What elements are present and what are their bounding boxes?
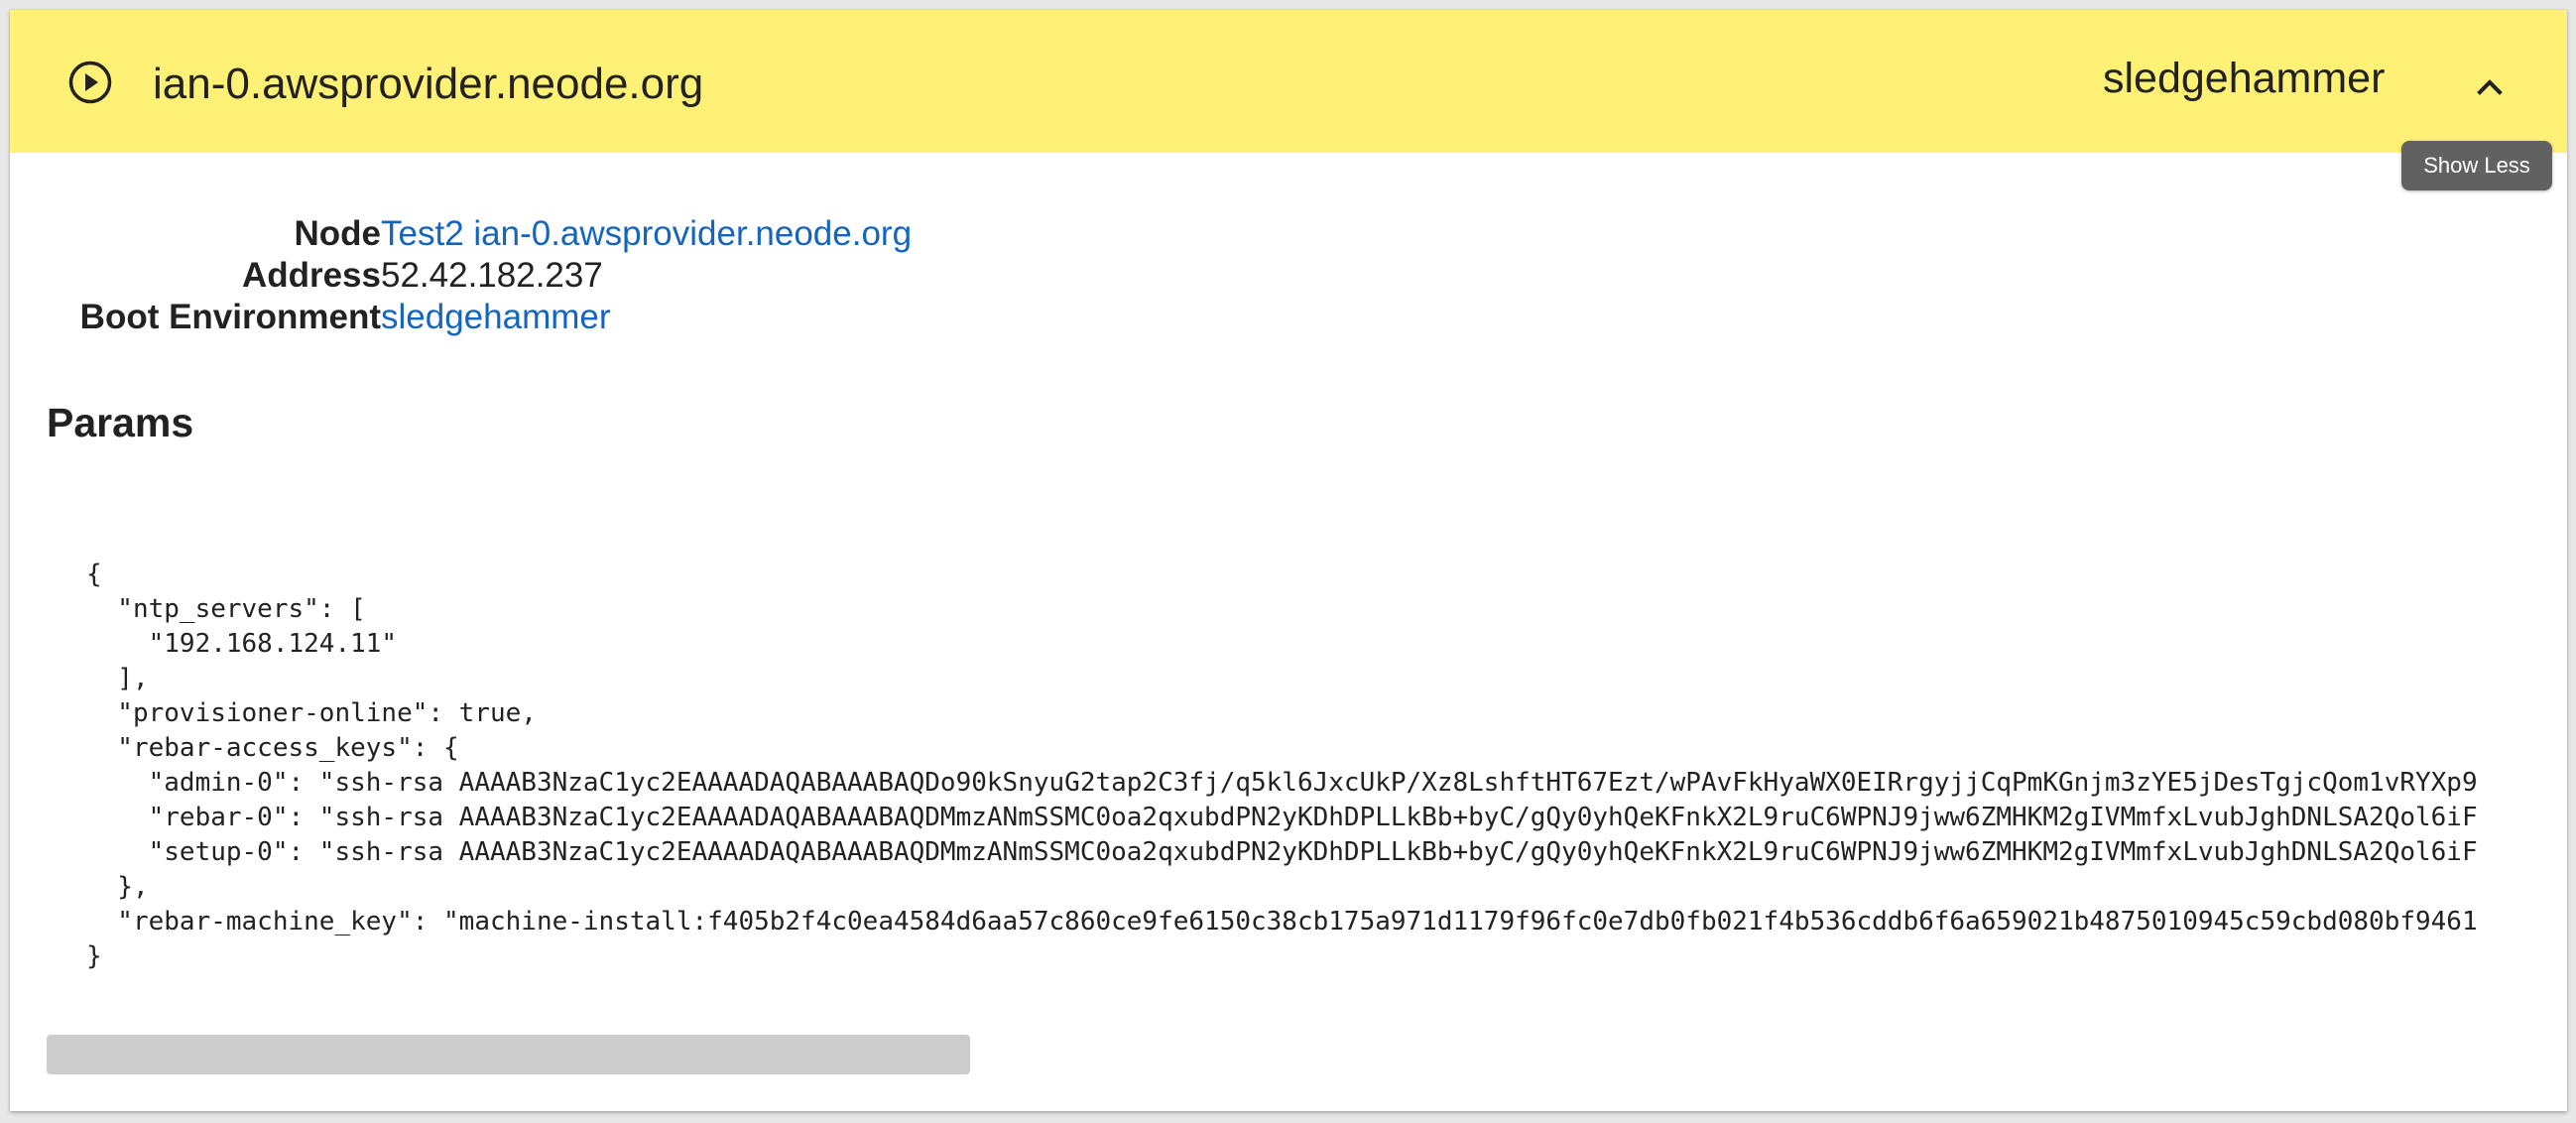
play-circle-icon[interactable] — [67, 60, 113, 105]
boot-environment-link[interactable]: sledgehammer — [381, 297, 611, 338]
params-json-viewer[interactable]: { "ntp_servers": [ "192.168.124.11" ], "… — [47, 558, 2543, 994]
params-title: Params — [47, 400, 194, 445]
show-less-tooltip: Show Less — [2401, 141, 2552, 190]
boot-environment-label: Boot Environment — [79, 298, 381, 336]
detail-row-address: Address 52.42.182.237 — [10, 255, 912, 297]
horizontal-scrollbar[interactable] — [47, 1032, 2543, 1077]
address-label: Address — [241, 256, 381, 295]
node-label: Node — [294, 214, 382, 253]
chevron-up-icon[interactable] — [2472, 67, 2508, 103]
detail-row-node: Node Test2 ian-0.awsprovider.neode.org — [10, 213, 913, 255]
machine-details: Node Test2 ian-0.awsprovider.neode.org A… — [10, 213, 912, 338]
scrollbar-thumb[interactable] — [47, 1035, 971, 1074]
header-boot-environment: sledgehammer — [2103, 55, 2386, 102]
machine-header[interactable]: ian-0.awsprovider.neode.org sledgehammer — [10, 10, 2567, 153]
machine-name: ian-0.awsprovider.neode.org — [153, 60, 704, 108]
detail-row-boot-environment: Boot Environment sledgehammer — [10, 297, 912, 338]
node-link[interactable]: Test2 ian-0.awsprovider.neode.org — [381, 213, 912, 255]
address-value: 52.42.182.237 — [381, 256, 603, 295]
params-json: { "ntp_servers": [ "192.168.124.11" ], "… — [86, 560, 2478, 971]
machine-card: ian-0.awsprovider.neode.org sledgehammer… — [10, 10, 2567, 1111]
